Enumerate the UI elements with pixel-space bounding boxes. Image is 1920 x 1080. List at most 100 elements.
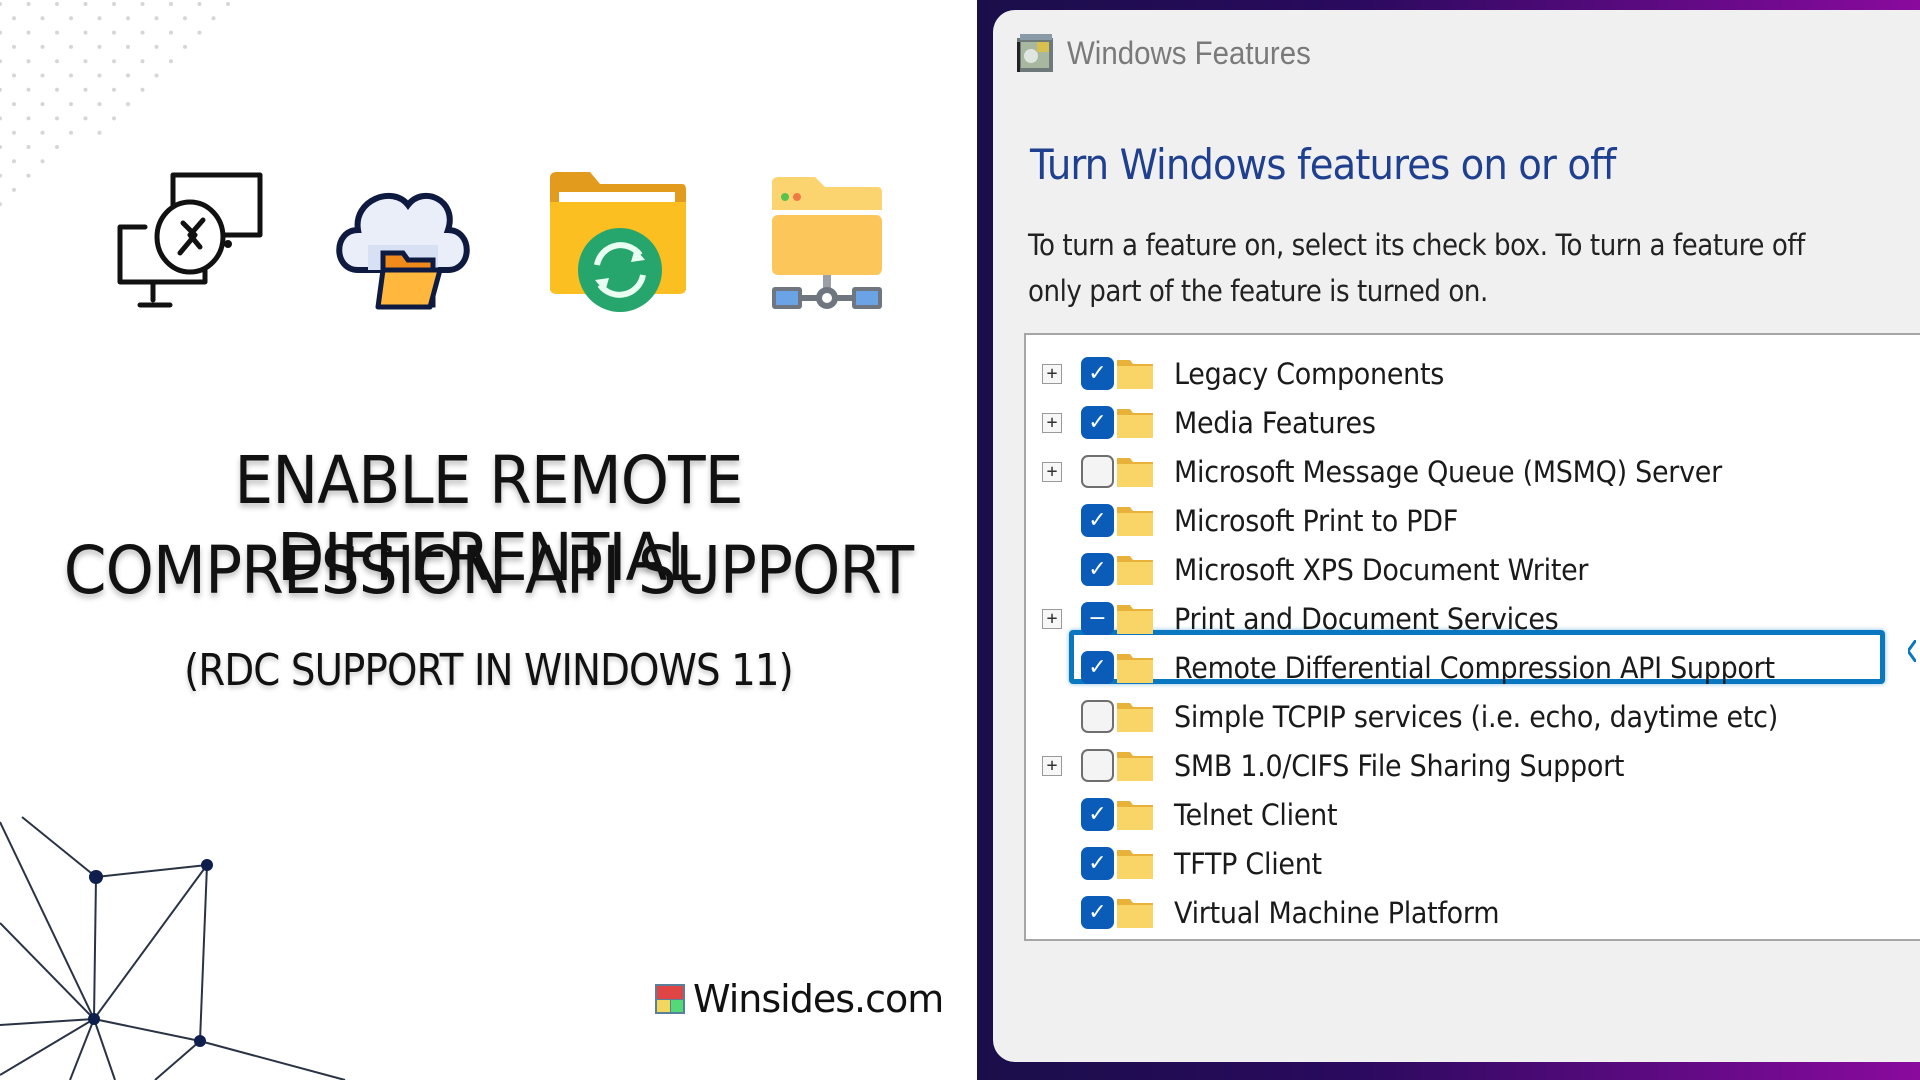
dot: [226, 2, 230, 6]
dot: [154, 73, 159, 78]
dot: [69, 102, 73, 107]
dot: [211, 16, 216, 21]
dot: [40, 44, 45, 49]
feature-checkbox[interactable]: −: [1081, 602, 1114, 635]
dot: [126, 102, 130, 107]
description-line-2: only part of the feature is turned on.: [1028, 274, 1488, 308]
feature-label: Print and Document Services: [1174, 601, 1559, 636]
features-tree-list[interactable]: + ✓ Legacy Components + ✓ Media Features + Micr…: [1024, 333, 1920, 941]
dot: [12, 102, 16, 107]
feature-row[interactable]: Simple TCPIP services (i.e. echo, daytim…: [1026, 692, 1920, 741]
dot: [55, 2, 59, 6]
feature-row[interactable]: ✓Windows Hypervisor Platform: [1026, 937, 1920, 939]
dot: [83, 59, 88, 64]
folder-icon: [1117, 359, 1153, 389]
feature-row[interactable]: + ✓ Legacy Components: [1026, 349, 1920, 398]
expand-plus-icon[interactable]: +: [1042, 412, 1062, 433]
feature-row[interactable]: ✓ Remote Differential Compression API Sup…: [1026, 643, 1920, 692]
headline-line-2: COMPRESSION API SUPPORT: [63, 532, 914, 609]
dot: [26, 116, 31, 121]
feature-row[interactable]: ✓ Microsoft XPS Document Writer: [1026, 545, 1920, 594]
dot: [12, 44, 16, 49]
feature-label: Media Features: [1174, 405, 1376, 440]
dot: [0, 116, 2, 121]
folder-icon: [1117, 800, 1153, 830]
dot: [26, 2, 31, 6]
dot: [0, 30, 2, 35]
expand-plus-icon[interactable]: +: [1042, 608, 1062, 629]
hero-icons: [0, 160, 977, 320]
feature-checkbox[interactable]: [1081, 749, 1114, 782]
feature-checkbox[interactable]: ✓: [1081, 553, 1114, 586]
folder-icon: [1117, 604, 1153, 634]
folder-icon: [1117, 555, 1153, 585]
dot: [97, 130, 102, 135]
expand-plus-icon[interactable]: +: [1042, 461, 1062, 482]
dot: [26, 30, 31, 35]
feature-checkbox[interactable]: ✓: [1081, 504, 1114, 537]
feature-label: SMB 1.0/CIFS File Sharing Support: [1174, 748, 1625, 783]
network-node: [194, 1035, 206, 1047]
expand-plus-icon[interactable]: +: [1042, 363, 1062, 384]
dot: [69, 16, 73, 21]
feature-row[interactable]: + SMB 1.0/CIFS File Sharing Support: [1026, 741, 1920, 790]
network-graph-decoration: [0, 816, 346, 1080]
feature-label: Microsoft Print to PDF: [1174, 503, 1458, 538]
dot: [112, 30, 116, 35]
folder-icon: [1117, 653, 1153, 683]
dot: [0, 145, 2, 149]
dot: [55, 145, 59, 149]
feature-row[interactable]: + Microsoft Message Queue (MSMQ) Server: [1026, 447, 1920, 496]
dot: [26, 87, 31, 92]
dot: [126, 44, 130, 49]
feature-checkbox[interactable]: ✓: [1081, 847, 1114, 880]
dot: [0, 2, 2, 6]
feature-row[interactable]: + − Print and Document Services: [1026, 594, 1920, 643]
network-folder-icon: [772, 177, 882, 309]
feature-checkbox[interactable]: ✓: [1081, 896, 1114, 929]
dot: [169, 2, 173, 6]
folder-icon: [1117, 506, 1153, 536]
feature-label: Legacy Components: [1174, 356, 1445, 391]
title-bar: Windows Features: [1015, 32, 1332, 74]
feature-row[interactable]: ✓ Telnet Client: [1026, 790, 1920, 839]
feature-row[interactable]: ✓ Microsoft Print to PDF: [1026, 496, 1920, 545]
dot: [40, 130, 45, 135]
dot: [26, 145, 31, 149]
feature-row[interactable]: ✓ TFTP Client: [1026, 839, 1920, 888]
dot: [69, 130, 73, 135]
dot: [140, 30, 145, 35]
feature-row[interactable]: + ✓ Media Features: [1026, 398, 1920, 447]
dot: [83, 87, 88, 92]
dot: [40, 73, 45, 78]
network-node: [201, 859, 213, 871]
dialog-heading: Turn Windows features on or off: [1030, 140, 1616, 189]
dot: [112, 59, 116, 64]
feature-checkbox[interactable]: ✓: [1081, 357, 1114, 390]
feature-checkbox[interactable]: ✓: [1081, 651, 1114, 684]
feature-checkbox[interactable]: ✓: [1081, 406, 1114, 439]
expand-plus-icon[interactable]: +: [1042, 755, 1062, 776]
thumbnail-panel: ENABLE REMOTE DIFFERENTIAL COMPRESSION A…: [0, 0, 977, 1080]
winsides-logo-icon: [655, 984, 685, 1014]
dot: [69, 44, 73, 49]
dot: [55, 116, 59, 121]
dot: [97, 102, 102, 107]
folder-icon: [1117, 408, 1153, 438]
dot: [140, 87, 145, 92]
feature-row[interactable]: ✓ Virtual Machine Platform: [1026, 888, 1920, 937]
dot: [83, 116, 88, 121]
dot: [97, 16, 102, 21]
folder-sync-icon: [550, 172, 686, 312]
annotation-arrow-icon: [1908, 640, 1916, 662]
dot: [69, 73, 73, 78]
feature-checkbox[interactable]: [1081, 700, 1114, 733]
feature-checkbox[interactable]: ✓: [1081, 798, 1114, 831]
description-line-1: To turn a feature on, select its check b…: [1028, 228, 1805, 262]
dot: [12, 73, 16, 78]
dot: [197, 30, 202, 35]
brand-name: Winsides.com: [693, 977, 944, 1021]
dialog-description: To turn a feature on, select its check b…: [1028, 222, 1805, 314]
dot: [112, 87, 116, 92]
feature-checkbox[interactable]: [1081, 455, 1114, 488]
